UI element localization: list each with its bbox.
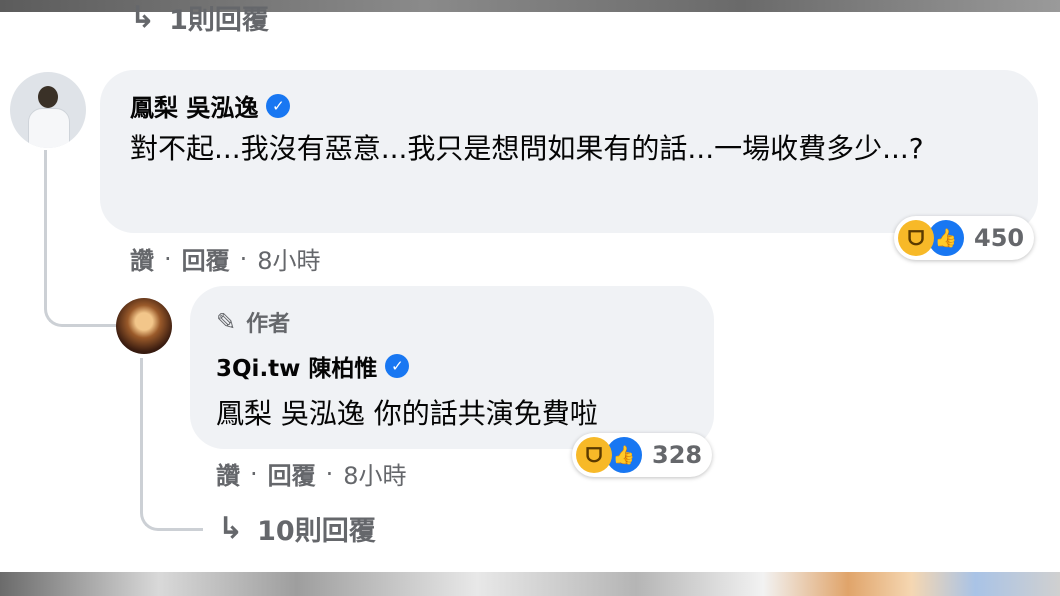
comment-actions: 讚 · 回覆 · 8小時 (130, 241, 321, 276)
separator: · (325, 459, 334, 488)
author-badge: ✎ 作者 (216, 306, 290, 338)
view-replies-link[interactable]: ↳ 1則回覆 (130, 0, 269, 34)
reply-action[interactable]: 回覆 (268, 456, 316, 491)
timestamp[interactable]: 8小時 (343, 456, 406, 491)
like-action[interactable]: 讚 (216, 456, 240, 491)
reply-arrow-icon: ↳ (218, 510, 244, 546)
comment-author[interactable]: 鳳梨 吳泓逸 ✓ (130, 88, 291, 123)
reactions-summary[interactable]: ᗜ 👍 328 (572, 433, 713, 477)
verified-badge-icon: ✓ (266, 93, 291, 118)
view-replies-link[interactable]: ↳ 10則回覆 (218, 508, 376, 548)
author-name[interactable]: 鳳梨 吳泓逸 (130, 88, 258, 123)
view-replies-label: 10則回覆 (257, 515, 376, 547)
reply-author[interactable]: 3Qi.tw 陳柏惟 ✓ (216, 349, 410, 383)
reactions-summary[interactable]: ᗜ 👍 450 (894, 216, 1035, 260)
comment-text: 對不起...我沒有惡意...我只是想問如果有的話...一場收費多少...? (130, 132, 924, 165)
bottom-image-strip (0, 572, 1060, 596)
haha-icon: ᗜ (576, 437, 612, 473)
reaction-count: 450 (974, 224, 1025, 252)
separator: · (164, 244, 172, 273)
haha-icon: ᗜ (898, 220, 934, 256)
reaction-count: 328 (652, 441, 703, 469)
verified-badge-icon: ✓ (385, 354, 410, 378)
reply-arrow-icon: ↳ (130, 0, 156, 34)
pencil-icon: ✎ (216, 308, 237, 336)
author-name[interactable]: 3Qi.tw 陳柏惟 (216, 349, 377, 383)
avatar[interactable] (10, 72, 86, 148)
view-replies-label: 1則回覆 (169, 4, 269, 35)
author-badge-label: 作者 (246, 312, 291, 337)
separator: · (239, 244, 248, 273)
separator: · (250, 459, 258, 488)
avatar[interactable] (116, 298, 172, 354)
reply-text: 鳳梨 吳泓逸 你的話共演免費啦 (216, 397, 598, 430)
reply-action[interactable]: 回覆 (182, 241, 230, 276)
like-action[interactable]: 讚 (130, 241, 154, 276)
reply-actions: 讚 · 回覆 · 8小時 (216, 456, 407, 491)
timestamp[interactable]: 8小時 (257, 241, 320, 276)
